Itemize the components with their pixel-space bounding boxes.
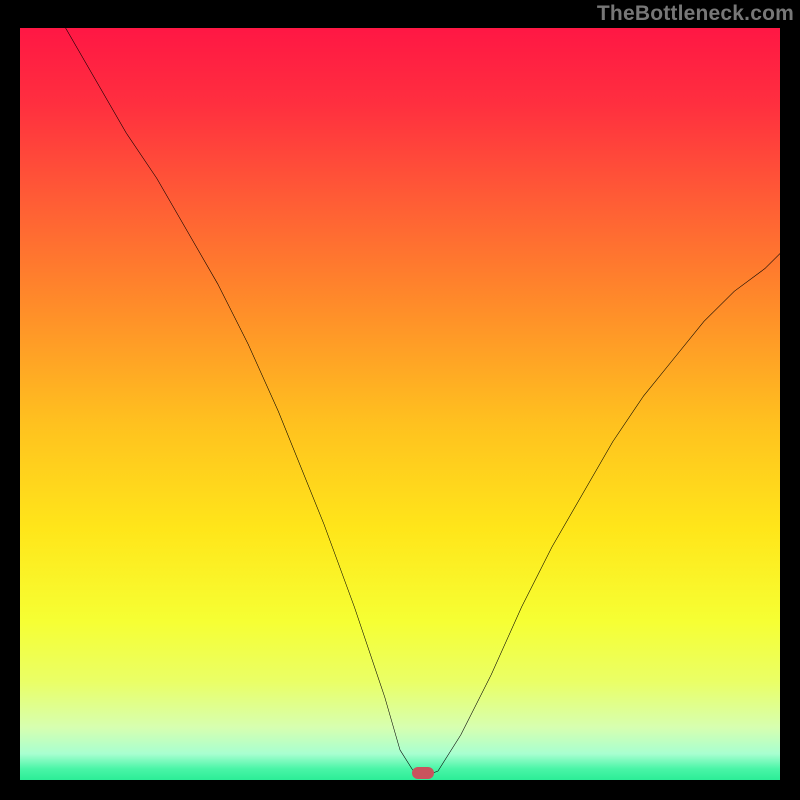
bottleneck-curve (20, 28, 780, 780)
curve-line (66, 28, 780, 774)
chart-stage: TheBottleneck.com (0, 0, 800, 800)
optimum-marker (412, 767, 434, 779)
attribution-watermark: TheBottleneck.com (597, 2, 794, 26)
plot-area (20, 28, 780, 780)
